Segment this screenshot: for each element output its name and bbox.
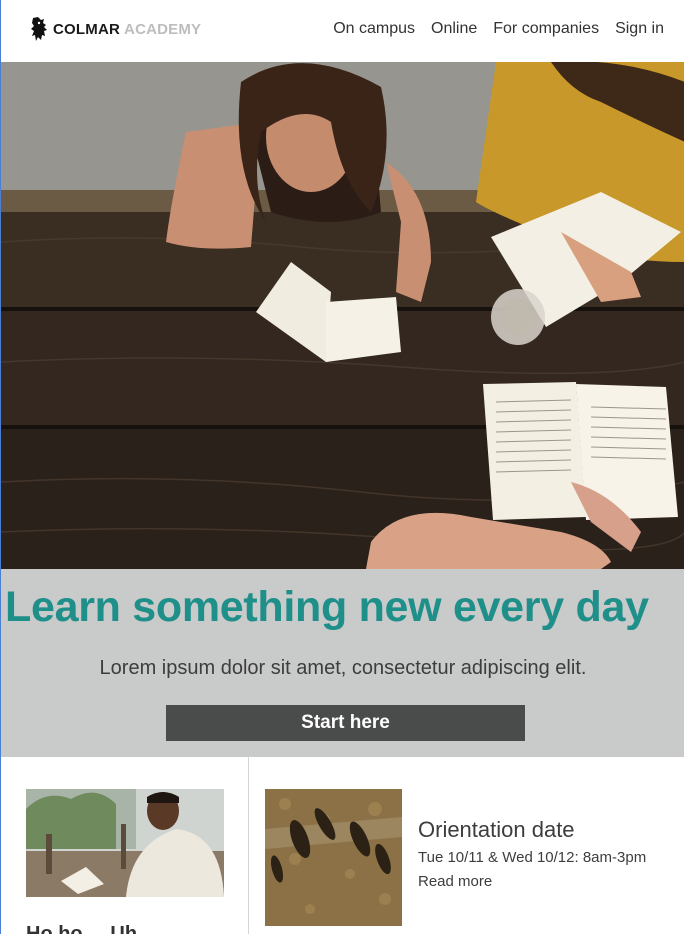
logo[interactable]: COLMAR ACADEMY bbox=[29, 16, 201, 42]
event-date: Tue 10/11 & Wed 10/12: 8am-3pm bbox=[418, 849, 647, 866]
banner-subtitle: Lorem ipsum dolor sit amet, consectetur … bbox=[99, 657, 587, 679]
site-header: COLMAR ACADEMY On campus Online For compa… bbox=[0, 0, 684, 62]
nav-on-campus[interactable]: On campus bbox=[333, 20, 415, 38]
read-more-link[interactable]: Read more bbox=[418, 873, 492, 890]
students-reading-photo bbox=[1, 62, 684, 569]
lion-icon bbox=[31, 17, 47, 41]
banner-title: Learn something new every day bbox=[5, 583, 649, 631]
hero-banner: Learn something new every day Lorem ipsu… bbox=[0, 569, 684, 757]
nav-for-companies[interactable]: For companies bbox=[493, 20, 599, 38]
card-left-title: Ho ho ... Uh ... bbox=[26, 923, 160, 934]
hero-image bbox=[0, 62, 684, 569]
content-section: Ho ho ... Uh ... Orientation date Tue 10… bbox=[0, 757, 684, 934]
logo-primary-text: COLMAR bbox=[53, 20, 121, 38]
event-title: Orientation date bbox=[418, 817, 575, 842]
student-with-book-photo[interactable] bbox=[26, 789, 224, 897]
main-nav: On campus Online For companies Sign in bbox=[333, 20, 664, 38]
nav-sign-in[interactable]: Sign in bbox=[615, 20, 664, 38]
logo-secondary-text: ACADEMY bbox=[124, 20, 202, 38]
people-shadows-photo[interactable] bbox=[265, 789, 402, 926]
column-divider bbox=[248, 757, 249, 934]
start-here-button[interactable]: Start here bbox=[166, 705, 525, 741]
nav-online[interactable]: Online bbox=[431, 20, 477, 38]
